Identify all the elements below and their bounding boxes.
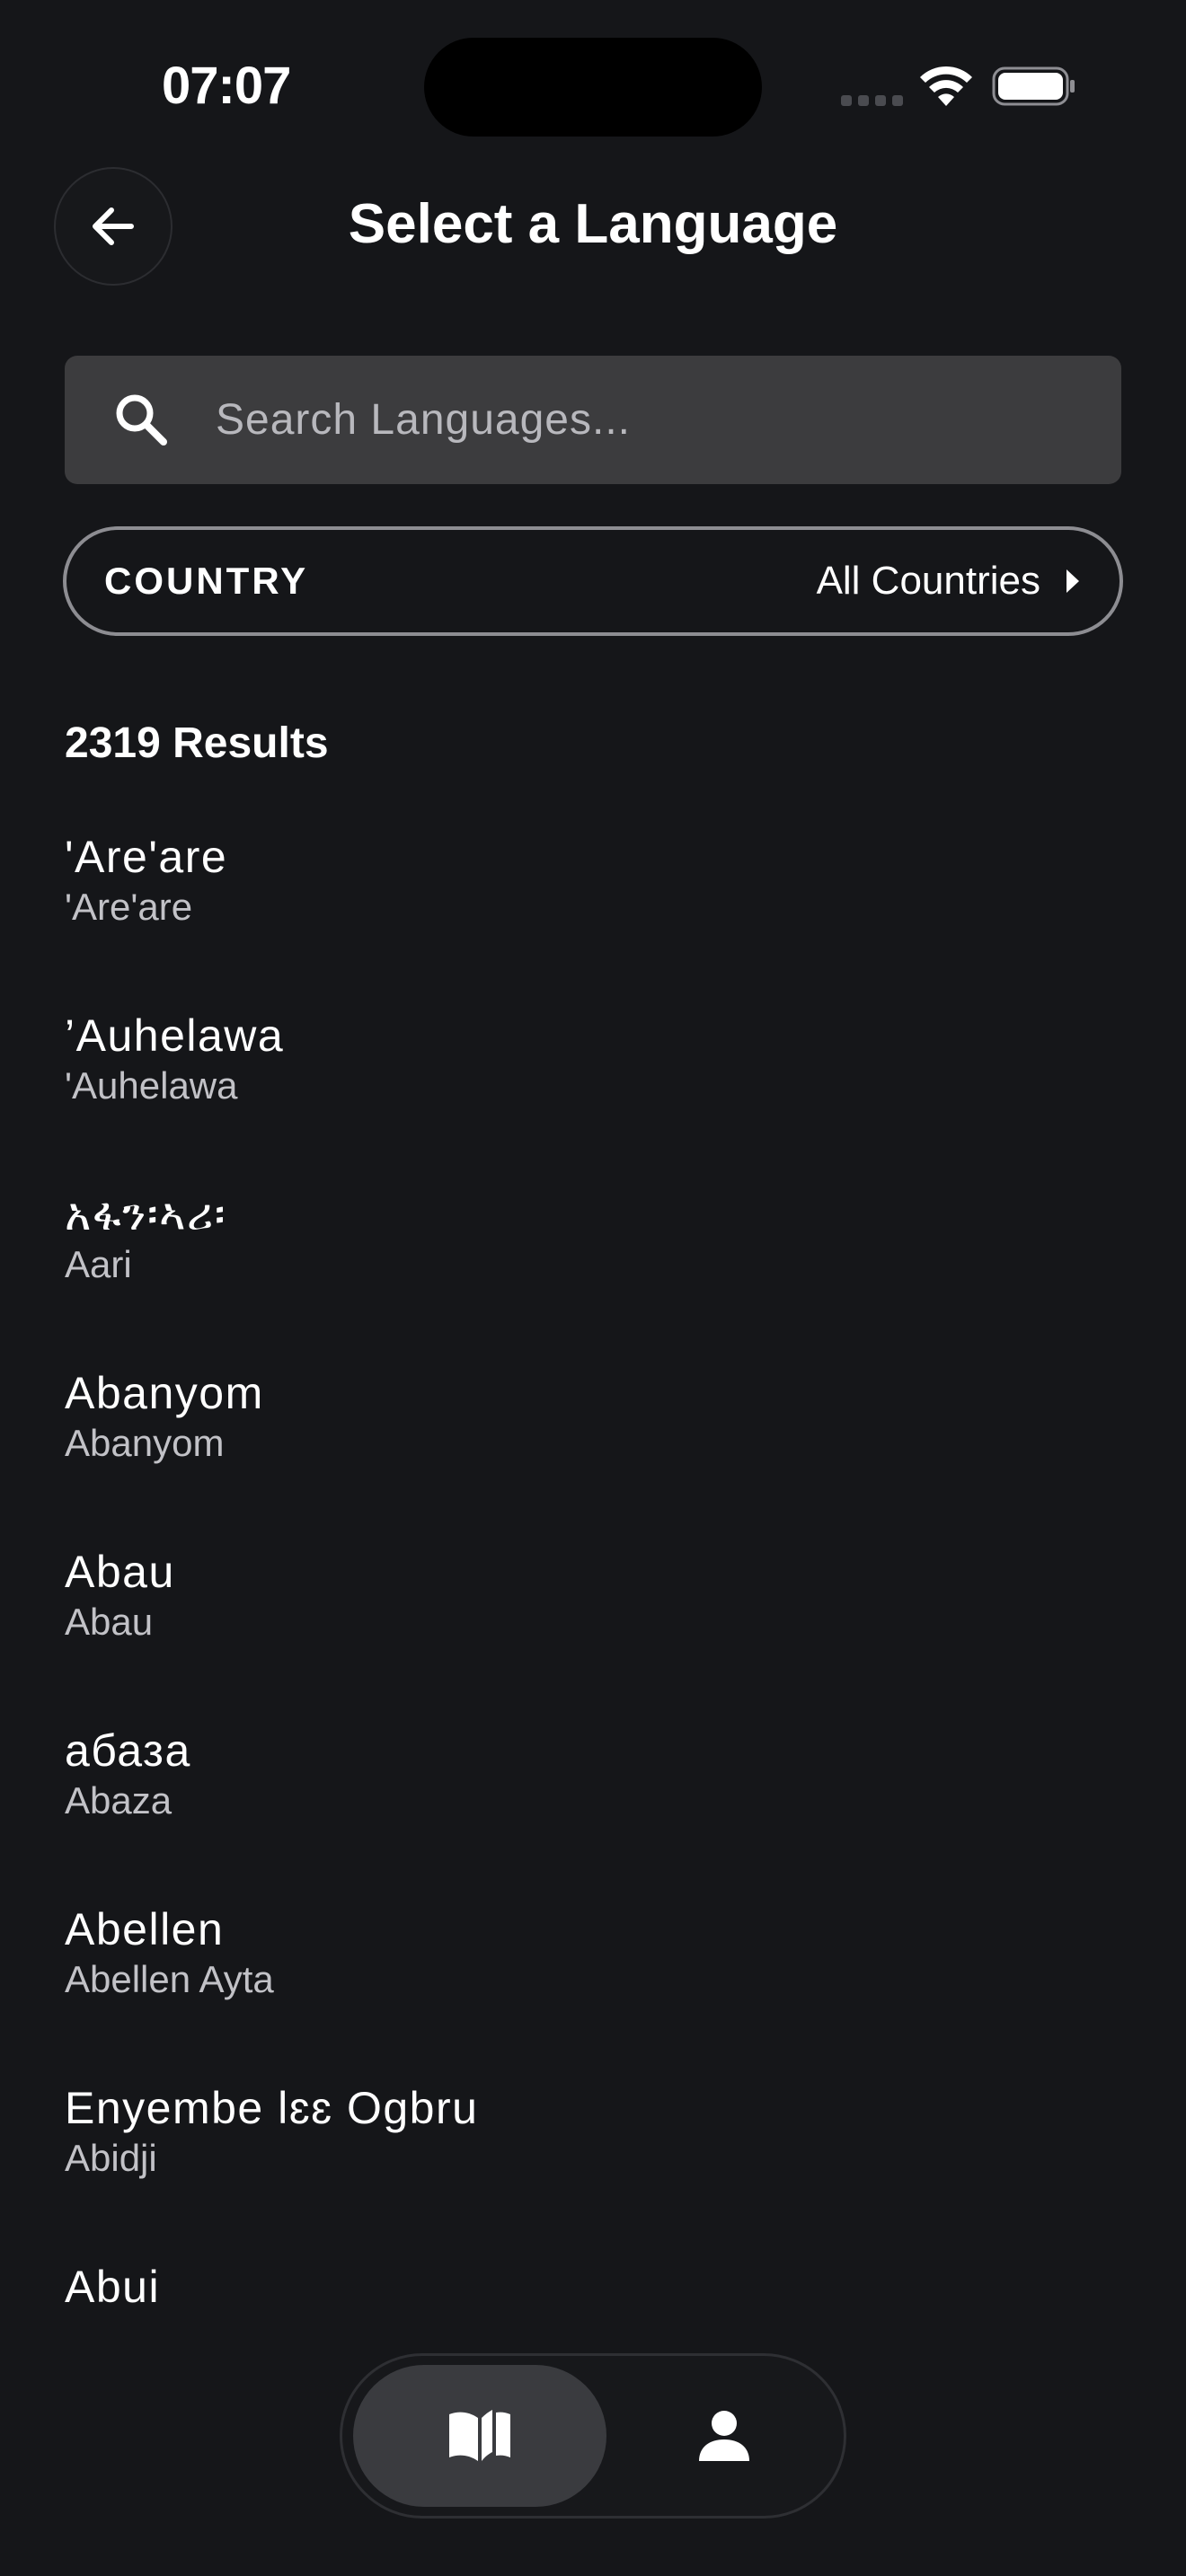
language-native-name: Enyembe lɛɛ Ogbru: [65, 2083, 479, 2133]
language-native-name: ’Auhelawa: [65, 1010, 285, 1061]
language-english-name: 'Auhelawa: [65, 1064, 238, 1107]
language-english-name: Abidji: [65, 2137, 157, 2179]
search-input[interactable]: [216, 356, 1078, 484]
language-list: 'Are'are 'Are'are ’Auhelawa 'Auhelawa አፋ…: [65, 830, 1121, 2439]
dynamic-island: [424, 38, 762, 137]
language-english-name: Aari: [65, 1243, 132, 1285]
language-item[interactable]: Abanyom Abanyom: [65, 1366, 1121, 1545]
language-native-name: абаза: [65, 1725, 191, 1776]
language-english-name: Abellen Ayta: [65, 1958, 274, 2000]
language-english-name: 'Are'are: [65, 886, 193, 928]
country-filter-label: COUNTRY: [104, 560, 309, 602]
language-native-name: Abellen: [65, 1904, 225, 1954]
language-english-name: Abanyom: [65, 1422, 225, 1464]
person-icon: [699, 2411, 749, 2461]
book-icon: [449, 2410, 510, 2461]
search-icon: [116, 394, 167, 446]
language-item[interactable]: Abau Abau: [65, 1545, 1121, 1724]
screen: 07:07 Select a Language COUNTRY All Coun…: [0, 0, 1186, 2576]
language-item[interactable]: ’Auhelawa 'Auhelawa: [65, 1009, 1121, 1187]
search-bar[interactable]: [65, 356, 1121, 484]
country-filter-value: All Countries: [816, 559, 1040, 603]
page-title: Select a Language: [348, 193, 838, 255]
tab-library[interactable]: [353, 2365, 606, 2507]
language-item[interactable]: абаза Abaza: [65, 1724, 1121, 1902]
battery-icon: [992, 66, 1075, 106]
language-item[interactable]: አፋን፡ኣሪ፡ Aari: [65, 1187, 1121, 1366]
cellular-signal-icon: [841, 95, 903, 106]
language-native-name: Abau: [65, 1547, 175, 1597]
chevron-right-icon: [1067, 569, 1079, 593]
tab-bar: [340, 2353, 846, 2519]
language-item[interactable]: Enyembe lɛɛ Ogbru Abidji: [65, 2081, 1121, 2260]
language-english-name: Abau: [65, 1601, 154, 1643]
language-native-name: Abanyom: [65, 1368, 264, 1418]
language-item[interactable]: 'Are'are 'Are'are: [65, 830, 1121, 1009]
country-filter-button[interactable]: COUNTRY All Countries: [63, 526, 1123, 636]
language-native-name: አፋን፡ኣሪ፡: [65, 1189, 226, 1239]
results-count: 2319 Results: [65, 719, 329, 767]
language-english-name: Abaza: [65, 1779, 173, 1822]
language-item[interactable]: Abellen Abellen Ayta: [65, 1902, 1121, 2081]
wifi-icon: [920, 66, 972, 106]
status-time: 07:07: [162, 57, 291, 115]
language-native-name: 'Are'are: [65, 832, 228, 882]
language-native-name: Abui: [65, 2262, 161, 2312]
tab-profile[interactable]: [612, 2365, 836, 2507]
